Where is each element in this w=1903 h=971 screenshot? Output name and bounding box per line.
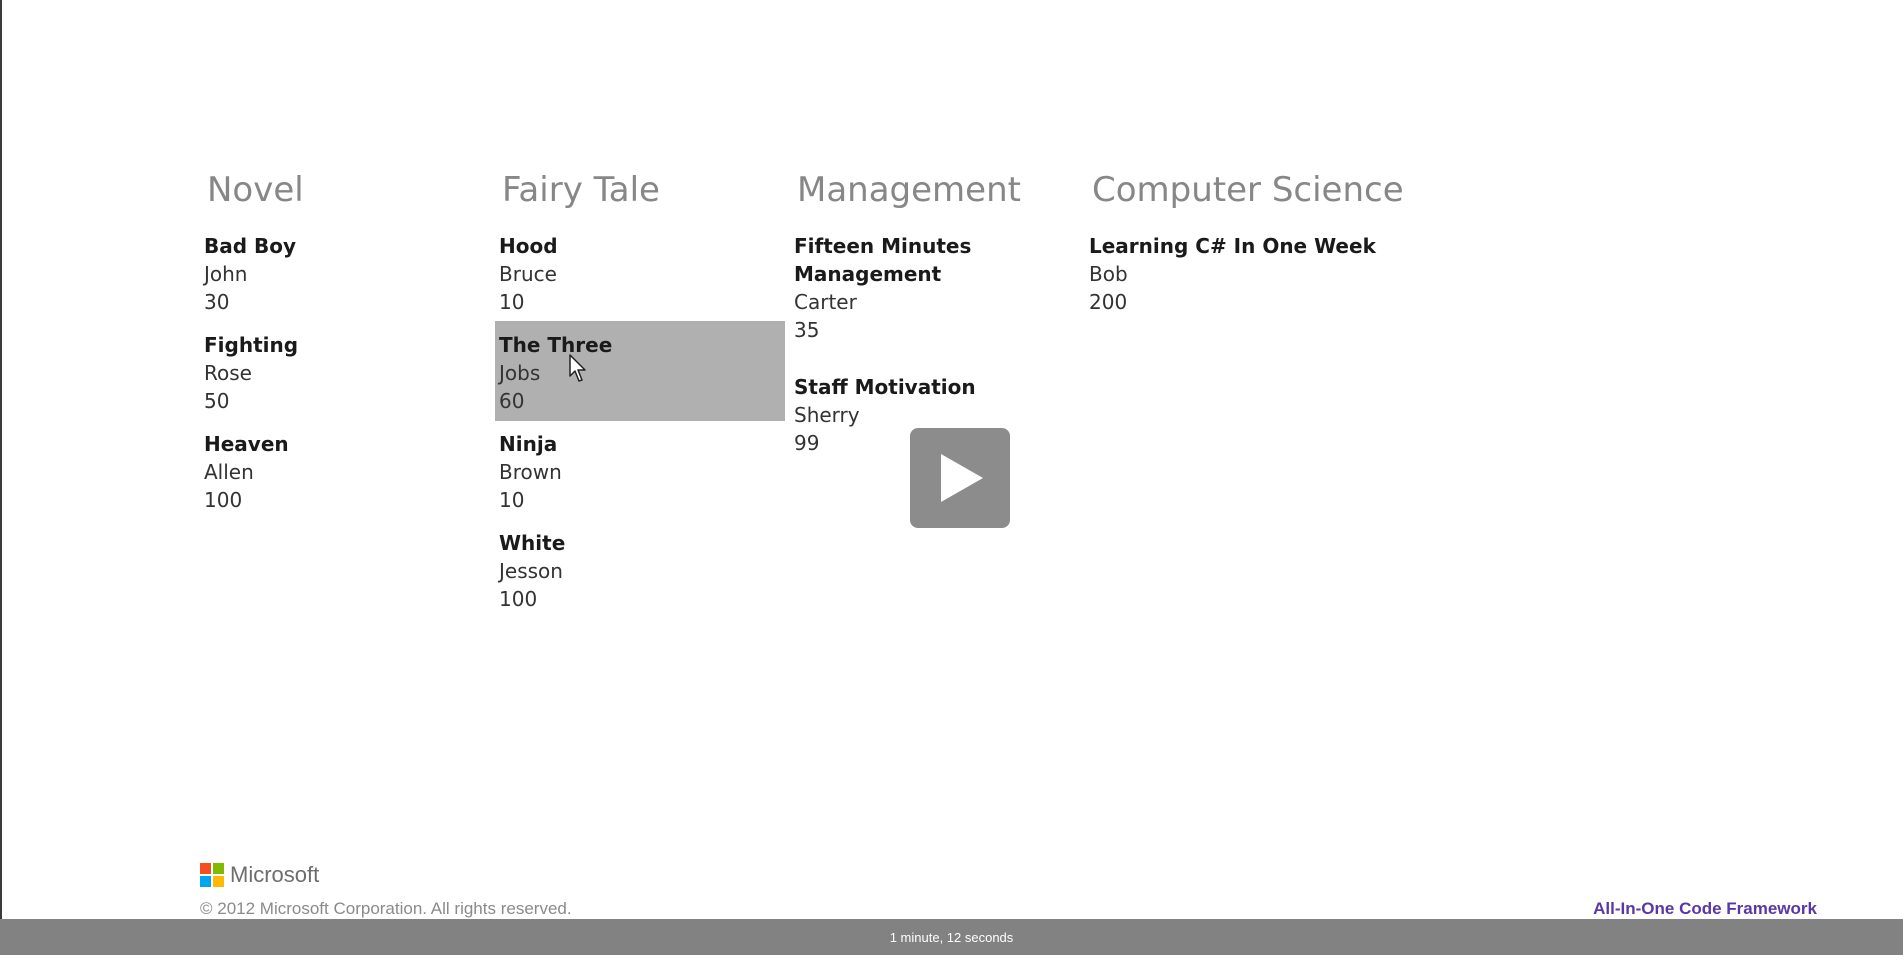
book-title: Learning C# In One Week	[1089, 234, 1376, 258]
book-author: Rose	[204, 361, 252, 385]
list-item[interactable]: White Jesson 100	[495, 529, 785, 613]
play-icon	[941, 454, 983, 502]
book-title: Staff Motivation	[794, 375, 976, 399]
play-button[interactable]	[910, 428, 1010, 528]
book-title: Heaven	[204, 432, 289, 456]
video-duration: 1 minute, 12 seconds	[889, 929, 1014, 945]
book-price: 50	[204, 389, 230, 413]
list-item[interactable]: Fifteen Minutes Management Carter 35	[790, 232, 1080, 344]
group-title[interactable]: Novel	[207, 168, 304, 212]
video-status-bar: 1 minute, 12 seconds	[0, 919, 1903, 955]
book-author: Jesson	[499, 559, 563, 583]
list-item[interactable]: Hood Bruce 10	[495, 232, 785, 316]
book-title: Ninja	[499, 432, 558, 456]
book-title: The Three	[499, 333, 613, 357]
book-author: Carter	[794, 290, 857, 314]
book-price: 60	[499, 389, 525, 413]
copyright-text: © 2012 Microsoft Corporation. All rights…	[200, 899, 572, 918]
book-title-line-1: Fifteen Minutes	[794, 234, 972, 258]
group-title[interactable]: Fairy Tale	[502, 168, 660, 212]
book-price: 100	[499, 587, 538, 611]
book-author: Sherry	[794, 403, 860, 427]
book-price: 10	[499, 290, 525, 314]
list-item[interactable]: Fighting Rose 50	[200, 331, 490, 415]
book-author: Jobs	[499, 361, 541, 385]
bottom-strip	[0, 955, 1903, 971]
list-item-selected[interactable]: The Three Jobs 60	[495, 321, 785, 421]
group-title[interactable]: Management	[797, 168, 1021, 212]
window-left-border	[0, 0, 2, 920]
list-item[interactable]: Heaven Allen 100	[200, 430, 490, 514]
list-item[interactable]: Ninja Brown 10	[495, 430, 785, 514]
book-price: 30	[204, 290, 230, 314]
book-price: 200	[1089, 290, 1128, 314]
mouse-cursor-icon	[569, 354, 589, 384]
book-title: Hood	[499, 234, 558, 258]
book-price: 10	[499, 488, 525, 512]
group-title[interactable]: Computer Science	[1092, 168, 1404, 212]
book-title: Bad Boy	[204, 234, 297, 258]
book-groups: Novel Bad Boy John 30 Fighting Rose 50 H…	[200, 168, 1500, 668]
book-author: Allen	[204, 460, 254, 484]
all-in-one-code-framework-link[interactable]: All-In-One Code Framework	[1593, 899, 1817, 919]
microsoft-wordmark: Microsoft	[230, 862, 320, 887]
book-title: Fighting	[204, 333, 299, 357]
book-author: John	[204, 262, 248, 286]
book-title: White	[499, 531, 566, 555]
microsoft-logo: Microsoft	[200, 862, 319, 888]
book-price: 100	[204, 488, 243, 512]
book-author: Bruce	[499, 262, 557, 286]
windows-logo-icon	[200, 863, 224, 887]
list-item[interactable]: Learning C# In One Week Bob 200	[1085, 232, 1425, 316]
book-title-line-2: Management	[794, 262, 942, 286]
book-price: 35	[794, 318, 820, 342]
book-author: Bob	[1089, 262, 1128, 286]
list-item[interactable]: Bad Boy John 30	[200, 232, 490, 316]
book-author: Brown	[499, 460, 562, 484]
